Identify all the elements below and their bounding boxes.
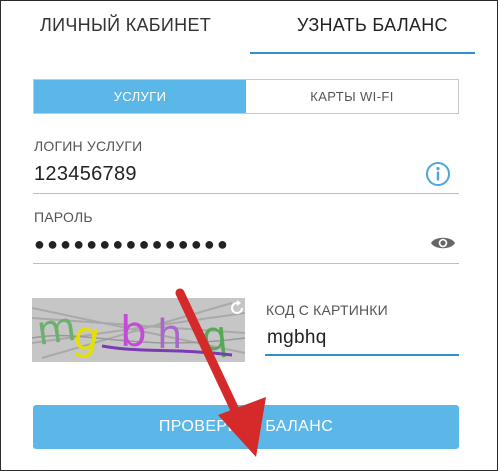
eye-icon[interactable] [430,233,456,253]
captcha-underline [265,354,459,356]
segment-services[interactable]: УСЛУГИ [34,80,246,113]
captcha-input[interactable]: mgbhq [267,327,327,349]
service-type-segment: УСЛУГИ КАРТЫ WI-FI [33,79,459,114]
tab-check-balance[interactable]: УЗНАТЬ БАЛАНС [297,15,448,36]
check-balance-button[interactable]: ПРОВЕРИТЬ БАЛАНС [33,405,459,449]
password-underline [33,263,459,264]
login-underline [33,193,459,194]
tab-personal-account[interactable]: ЛИЧНЫЙ КАБИНЕТ [40,15,211,36]
password-input[interactable]: ●●●●●●●●●●●●●●● [34,234,230,255]
captcha-label: КОД С КАРТИНКИ [266,302,388,318]
captcha-image[interactable]: m g b h q [32,298,245,362]
refresh-icon[interactable] [229,300,245,316]
login-input[interactable]: 123456789 [34,163,137,186]
active-tab-indicator [250,52,475,54]
login-label: ЛОГИН УСЛУГИ [34,138,143,154]
password-label: ПАРОЛЬ [34,209,93,225]
info-icon[interactable] [425,161,451,187]
top-tabs: ЛИЧНЫЙ КАБИНЕТ УЗНАТЬ БАЛАНС [0,0,498,54]
segment-wifi-cards[interactable]: КАРТЫ WI-FI [246,80,458,113]
